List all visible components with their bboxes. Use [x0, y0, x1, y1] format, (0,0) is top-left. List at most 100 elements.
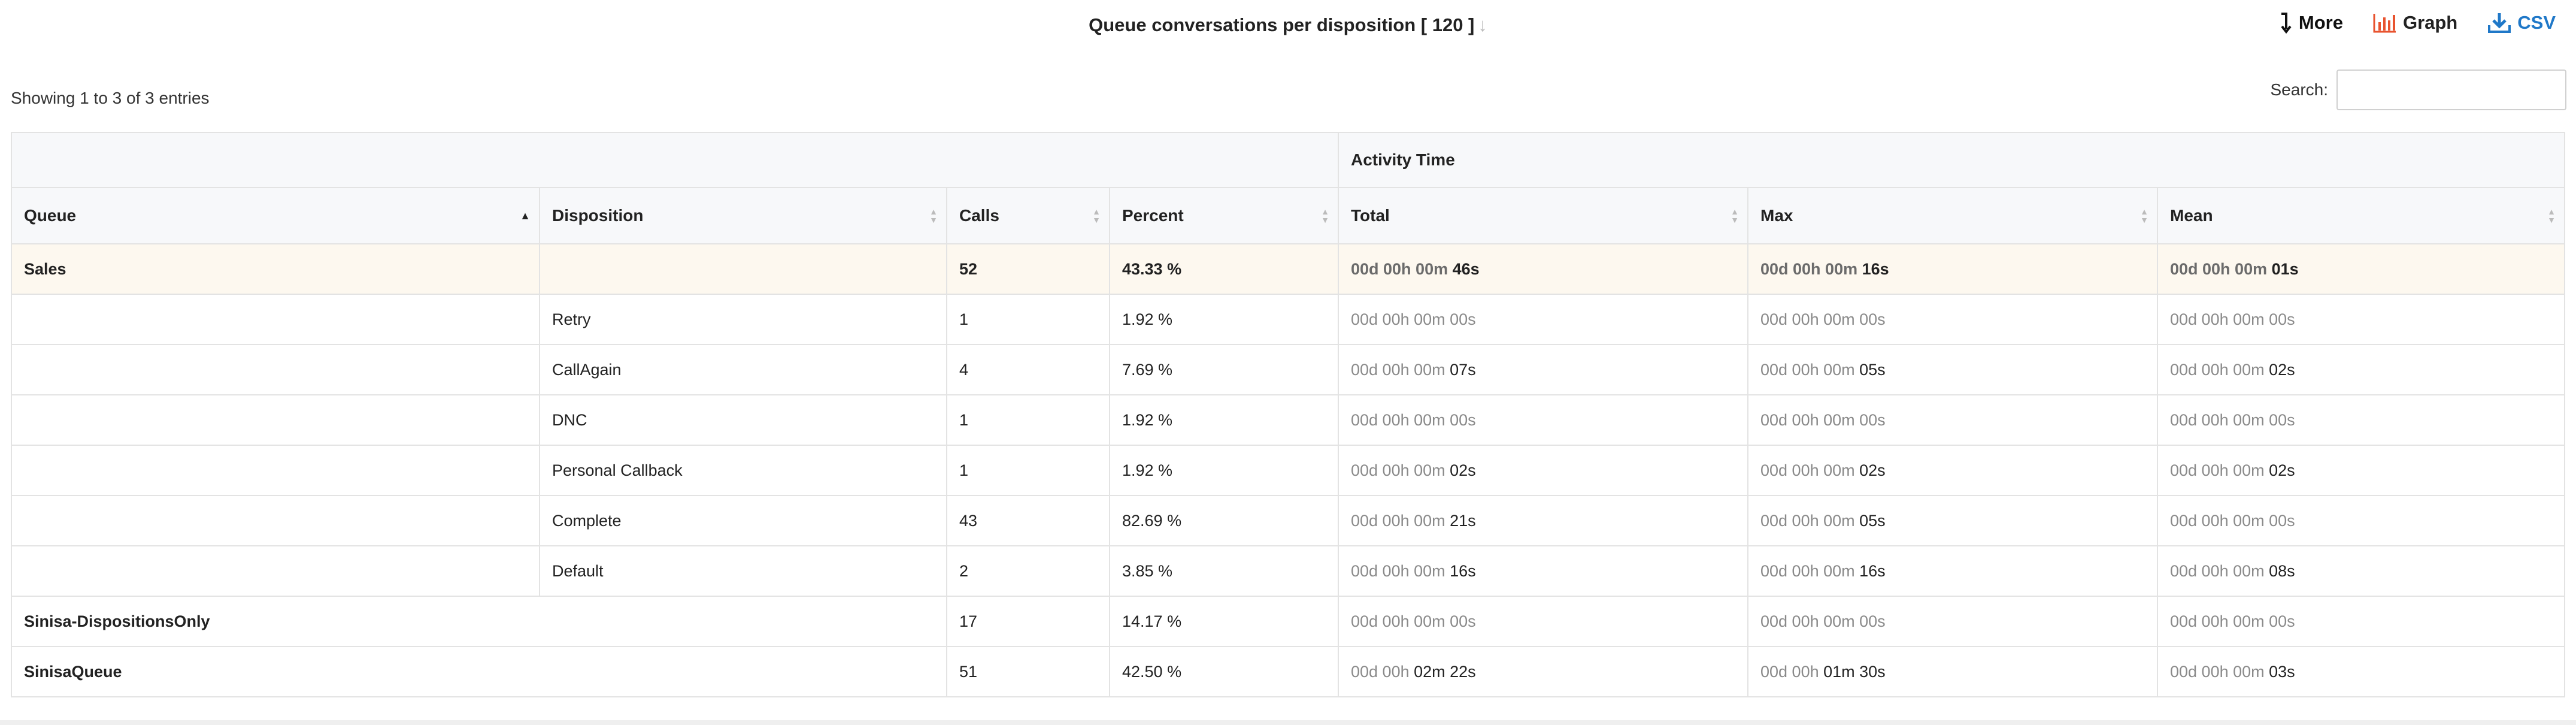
cell-mean: 00d 00h 00m 00s — [2156, 596, 2566, 647]
cell-total: 00d 00h 00m 21s — [1338, 495, 1748, 546]
cell-queue — [11, 495, 540, 546]
time-value: 02s — [1859, 461, 1886, 479]
cell-calls: 17 — [946, 596, 1110, 647]
column-header-calls[interactable]: Calls ▲ ▼ — [946, 187, 1110, 244]
time-prefix: 00d 00h 00m — [1760, 360, 1860, 379]
time-prefix: 00d 00h 00m 00s — [1760, 410, 1886, 429]
search-input[interactable] — [2336, 70, 2566, 110]
cell-total: 00d 00h 02m 22s — [1338, 646, 1748, 697]
time-value: 05s — [1859, 360, 1886, 379]
time-prefix: 00d 00h 00m — [1351, 461, 1450, 479]
column-label: Max — [1760, 206, 1793, 225]
time-prefix: 00d 00h — [1760, 662, 1824, 681]
cell-disposition: Complete — [539, 495, 947, 546]
cell-queue — [11, 344, 540, 395]
cell-max: 00d 00h 00m 16s — [1747, 243, 2158, 295]
time-prefix: 00d 00h 00m — [1760, 461, 1860, 479]
column-label: Queue — [24, 206, 77, 225]
time-prefix: 00d 00h 00m — [1760, 511, 1860, 530]
cell-total: 00d 00h 00m 02s — [1338, 445, 1748, 496]
cell-total: 00d 00h 00m 07s — [1338, 344, 1748, 395]
search-box: Search: — [2270, 70, 2566, 110]
table-row: Sinisa-DispositionsOnly 17 14.17 % 00d 0… — [11, 596, 2566, 647]
column-header-mean[interactable]: Mean ▲ ▼ — [2156, 187, 2566, 244]
cell-disposition: Default — [539, 545, 947, 597]
time-prefix: 00d 00h 00m — [1351, 511, 1450, 530]
cell-calls: 4 — [946, 344, 1110, 395]
csv-button[interactable]: CSV — [2487, 12, 2556, 34]
cell-max: 00d 00h 00m 05s — [1747, 495, 2158, 546]
time-value: 46s — [1452, 259, 1480, 278]
time-prefix: 00d 00h 00m 00s — [2170, 310, 2295, 328]
time-value: 16s — [1859, 561, 1886, 580]
time-prefix: 00d 00h 00m 00s — [2170, 511, 2295, 530]
report-title-text: Queue conversations per disposition [ 12… — [1089, 14, 1475, 35]
time-value: 16s — [1862, 259, 1889, 278]
cell-percent: 7.69 % — [1109, 344, 1339, 395]
cell-max: 00d 00h 00m 00s — [1747, 294, 2158, 345]
graph-label: Graph — [2402, 12, 2458, 33]
cell-disposition: Personal Callback — [539, 445, 947, 496]
cell-calls: 2 — [946, 545, 1110, 597]
cell-max: 00d 00h 00m 00s — [1747, 596, 2158, 647]
group-header-activity-time: Activity Time — [1337, 132, 2566, 188]
column-header-total[interactable]: Total ▲ ▼ — [1338, 187, 1748, 244]
column-header-max[interactable]: Max ▲ ▼ — [1747, 187, 2158, 244]
search-label: Search: — [2270, 80, 2329, 99]
cell-mean: 00d 00h 00m 01s — [2156, 243, 2566, 295]
cell-calls: 1 — [946, 445, 1110, 496]
time-value: 01m 30s — [1823, 662, 1886, 681]
cell-percent: 1.92 % — [1109, 394, 1339, 446]
cell-mean: 00d 00h 00m 00s — [2156, 495, 2566, 546]
sort-asc-icon: ▲ — [520, 210, 531, 222]
report-actions: More Graph CSV — [2280, 12, 2556, 34]
arrow-down-bar-icon — [2280, 12, 2293, 34]
cell-mean: 00d 00h 00m 02s — [2156, 344, 2566, 395]
cell-calls: 52 — [946, 243, 1110, 295]
cell-queue — [11, 445, 540, 496]
column-label: Total — [1351, 206, 1390, 225]
cell-total: 00d 00h 00m 00s — [1338, 596, 1748, 647]
cell-percent: 42.50 % — [1109, 646, 1339, 697]
table-row: Complete 43 82.69 % 00d 00h 00m 21s 00d … — [11, 495, 2566, 546]
cell-mean: 00d 00h 00m 00s — [2156, 394, 2566, 446]
sort-down-arrow-icon[interactable]: ↓ — [1478, 14, 1487, 35]
cell-calls: 1 — [946, 294, 1110, 345]
time-value: 21s — [1450, 511, 1476, 530]
csv-label: CSV — [2517, 12, 2556, 33]
more-button[interactable]: More — [2280, 12, 2343, 34]
table-row: Default 2 3.85 % 00d 00h 00m 16s 00d 00h… — [11, 545, 2566, 597]
graph-button[interactable]: Graph — [2373, 12, 2457, 34]
cell-percent: 1.92 % — [1109, 445, 1339, 496]
time-value: 02s — [2269, 461, 2295, 479]
sort-icon: ▲ ▼ — [1092, 207, 1101, 225]
time-prefix: 00d 00h 00m 00s — [1760, 612, 1886, 630]
time-value: 08s — [2269, 561, 2295, 580]
time-prefix: 00d 00h 00m — [1351, 259, 1453, 278]
cell-total: 00d 00h 00m 16s — [1338, 545, 1748, 597]
time-value: 03s — [2269, 662, 2295, 681]
time-value: 02s — [2269, 360, 2295, 379]
table-row: DNC 1 1.92 % 00d 00h 00m 00s 00d 00h 00m… — [11, 394, 2566, 446]
sort-icon: ▲ ▼ — [2547, 207, 2556, 225]
cell-total: 00d 00h 00m 00s — [1338, 294, 1748, 345]
cell-max: 00d 00h 01m 30s — [1747, 646, 2158, 697]
time-prefix: 00d 00h 00m — [1351, 360, 1450, 379]
cell-queue: Sales — [11, 243, 540, 295]
table-row: CallAgain 4 7.69 % 00d 00h 00m 07s 00d 0… — [11, 344, 2566, 395]
sort-icon: ▲ ▼ — [2140, 207, 2148, 225]
group-header-blank — [11, 132, 1339, 188]
column-header-queue[interactable]: Queue ▲ — [11, 187, 540, 244]
cell-max: 00d 00h 00m 00s — [1747, 394, 2158, 446]
column-header-disposition[interactable]: Disposition ▲ ▼ — [539, 187, 947, 244]
cell-percent: 3.85 % — [1109, 545, 1339, 597]
cell-queue — [11, 294, 540, 345]
time-prefix: 00d 00h 00m 00s — [2170, 612, 2295, 630]
column-header-percent[interactable]: Percent ▲ ▼ — [1109, 187, 1339, 244]
time-prefix: 00d 00h — [1351, 662, 1414, 681]
report-card: Queue conversations per disposition [ 12… — [0, 0, 2576, 720]
column-label: Disposition — [552, 206, 644, 225]
cell-mean: 00d 00h 00m 08s — [2156, 545, 2566, 597]
disposition-table: Activity Time Queue ▲ Disposition ▲ ▼ Calls… — [11, 132, 2566, 697]
time-prefix: 00d 00h 00m 00s — [1351, 410, 1476, 429]
